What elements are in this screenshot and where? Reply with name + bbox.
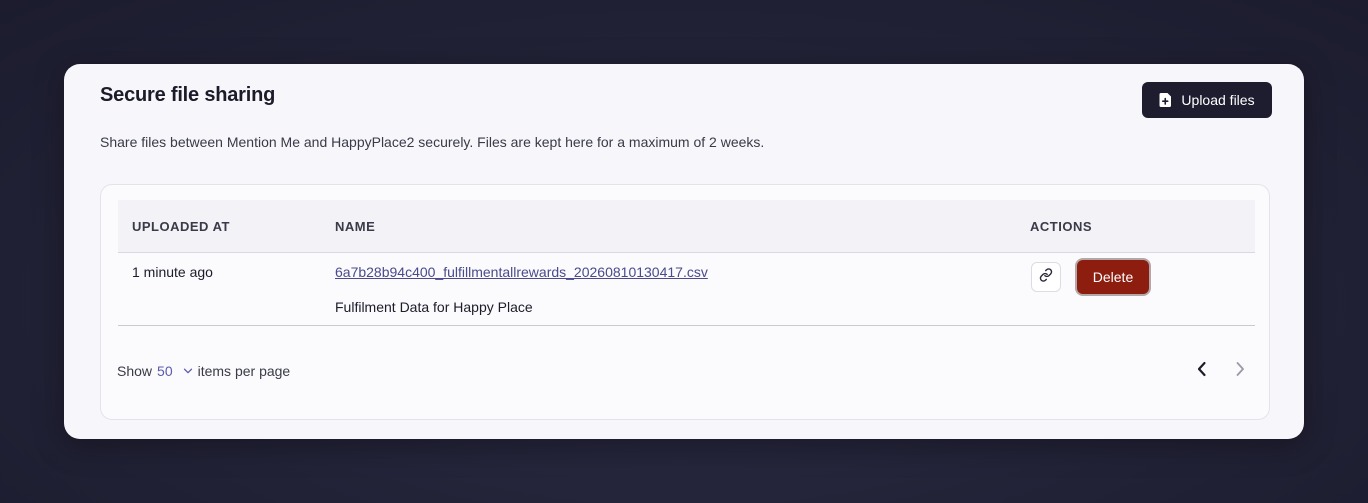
column-header-uploaded-at: UPLOADED AT (132, 219, 230, 234)
file-upload-icon (1159, 93, 1172, 107)
previous-page-button[interactable] (1192, 361, 1212, 381)
page-description: Share files between Mention Me and Happy… (100, 134, 765, 150)
page-title: Secure file sharing (100, 84, 276, 106)
files-table: UPLOADED AT NAME ACTIONS 1 minute ago 6a… (100, 184, 1270, 420)
table-header: UPLOADED AT NAME ACTIONS (118, 200, 1255, 253)
table-row: 1 minute ago 6a7b28b94c400_fulfillmental… (118, 253, 1255, 326)
next-page-button[interactable] (1230, 361, 1250, 381)
items-per-page-label: items per page (197, 363, 291, 379)
file-sharing-card: Secure file sharing Upload files Share f… (64, 64, 1304, 439)
delete-button[interactable]: Delete (1077, 260, 1149, 294)
per-page-select[interactable]: 50 (157, 363, 173, 379)
file-name-link[interactable]: 6a7b28b94c400_fulfillmentallrewards_2026… (335, 264, 708, 280)
upload-files-button[interactable]: Upload files (1142, 82, 1272, 118)
uploaded-at-cell: 1 minute ago (132, 264, 213, 280)
copy-link-button[interactable] (1031, 262, 1061, 292)
show-label: Show (117, 363, 153, 379)
column-header-actions: ACTIONS (1030, 219, 1092, 234)
pagination-per-page: Show 50 items per page (117, 363, 290, 379)
chevron-left-icon (1196, 361, 1208, 382)
column-header-name: NAME (335, 219, 376, 234)
file-description: Fulfilment Data for Happy Place (335, 299, 533, 315)
upload-files-label: Upload files (1181, 92, 1255, 108)
chevron-down-icon[interactable] (183, 366, 193, 376)
chevron-right-icon (1234, 361, 1246, 382)
link-icon (1039, 267, 1053, 287)
